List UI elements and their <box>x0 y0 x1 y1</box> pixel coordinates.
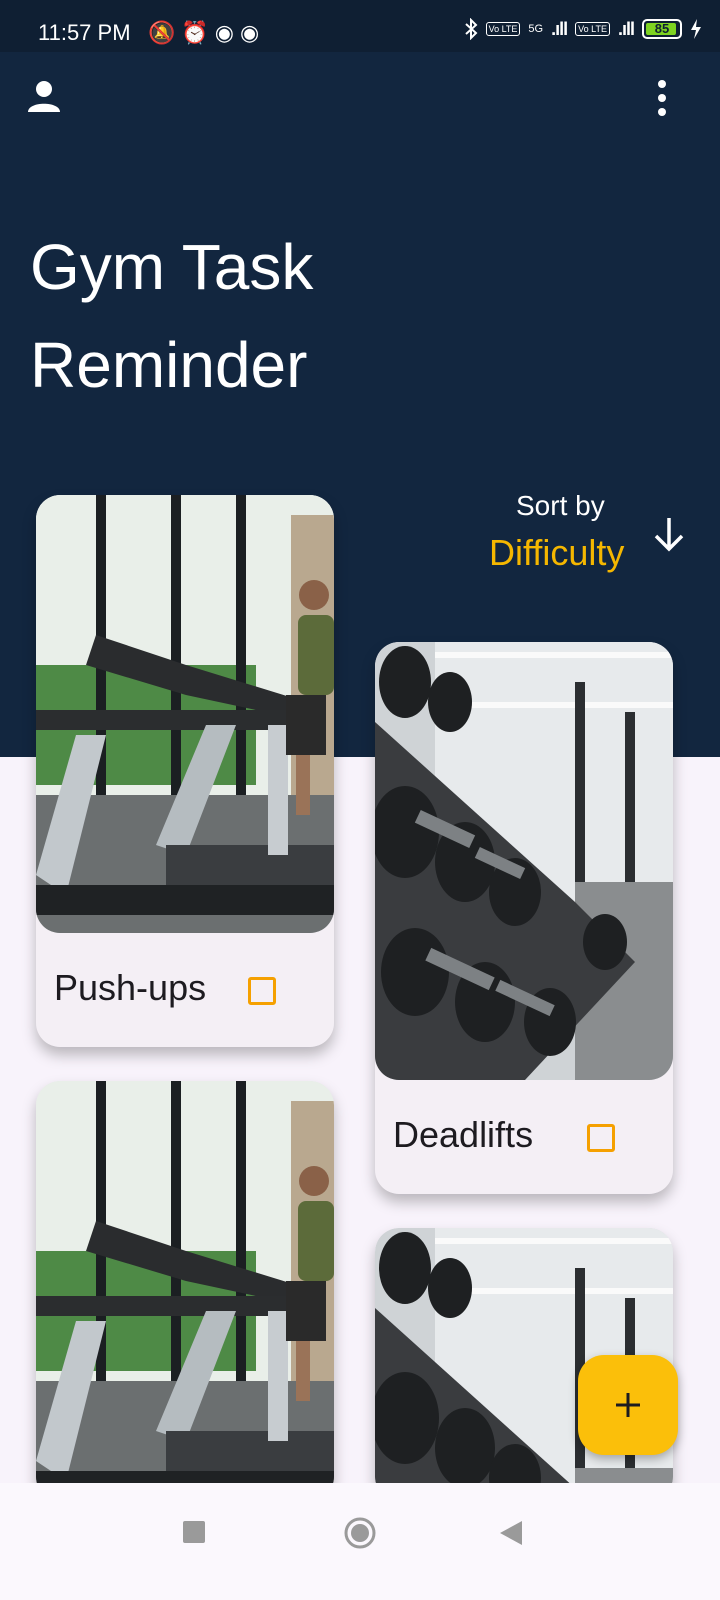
sort-dropdown[interactable]: Difficulty <box>489 532 624 574</box>
sort-label: Sort by <box>516 490 605 521</box>
status-right-icons: Vo LTE 5G .ıll Vo LTE .ıll 85 <box>464 18 702 40</box>
task-checkbox[interactable] <box>248 977 276 1005</box>
treadmill-photo <box>36 1081 334 1501</box>
bluetooth-icon <box>464 18 478 40</box>
signal-icon-2: .ıll <box>617 18 635 39</box>
treadmill-photo <box>36 495 334 933</box>
task-name: Push-ups <box>54 967 207 1008</box>
page-title: Gym Task Reminder <box>30 231 314 401</box>
dumbbell-rack-photo <box>375 642 673 1080</box>
charging-icon <box>691 19 701 39</box>
task-card[interactable]: Deadlifts <box>375 642 673 1194</box>
system-nav-bar <box>0 1483 720 1600</box>
plus-icon <box>616 1393 640 1417</box>
status-bar: 11:57 PM 🔕⏰◉◉ Vo LTE 5G .ıll Vo LTE .ıll… <box>0 0 720 52</box>
status-time: 11:57 PM <box>38 20 131 45</box>
battery-level: 85 <box>654 21 670 36</box>
recents-icon[interactable] <box>183 1521 205 1543</box>
account-icon[interactable] <box>26 78 62 114</box>
volte-icon-2: Vo LTE <box>575 22 610 36</box>
more-vert-icon[interactable] <box>654 78 670 118</box>
status-notification-icons: 🔕⏰◉◉ <box>148 20 266 45</box>
arrow-down-icon[interactable] <box>652 516 686 552</box>
signal-icon: .ıll <box>551 18 568 39</box>
add-task-button[interactable] <box>578 1355 678 1455</box>
battery-icon: 85 <box>642 19 682 39</box>
task-name: Deadlifts <box>393 1114 534 1155</box>
back-icon[interactable] <box>500 1521 522 1545</box>
task-checkbox[interactable] <box>587 1124 615 1152</box>
volte-icon: Vo LTE <box>485 22 521 36</box>
network-type: 5G <box>528 23 544 35</box>
task-card[interactable] <box>36 1081 334 1501</box>
home-icon[interactable] <box>344 1517 376 1549</box>
task-card[interactable]: Push-ups <box>36 495 334 1047</box>
